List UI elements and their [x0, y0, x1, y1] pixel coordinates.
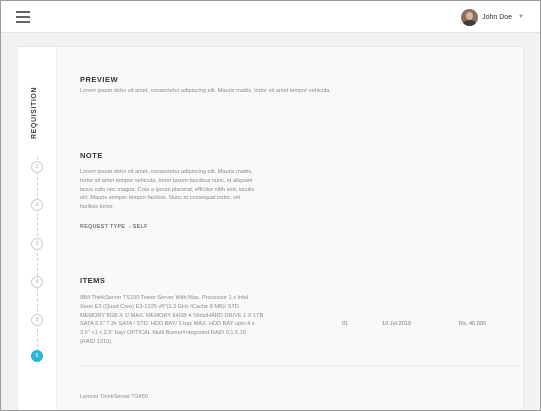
item-qty: 01 [342, 321, 349, 327]
step-4[interactable]: 4 [31, 276, 43, 288]
note-title: NOTE [80, 151, 103, 160]
chevron-down-icon[interactable]: ▼ [518, 14, 524, 20]
step-5[interactable]: 5 [31, 314, 43, 326]
note-text: Lorem ipsum dolor sit amet, consectetur … [80, 169, 255, 211]
rail-title: REQUISITION [31, 86, 38, 139]
step-2[interactable]: 2 [31, 199, 43, 211]
menu-icon[interactable] [16, 11, 30, 23]
preview-text: Lorem ipsum dolor sit amet, consectetur … [80, 88, 331, 94]
step-1[interactable]: 1 [31, 161, 43, 173]
item-price: Rs. 45,000 [459, 321, 487, 327]
step-rail: REQUISITION 1 2 3 4 5 6 [18, 47, 57, 410]
step-3[interactable]: 3 [31, 238, 43, 250]
avatar[interactable] [461, 8, 479, 26]
step-6[interactable]: 6 [31, 350, 43, 362]
user-menu[interactable]: John Doe ▼ [461, 8, 524, 26]
item-divider [80, 365, 520, 366]
items-title: ITEMS [80, 276, 106, 285]
request-type-label: REQUEST TYPE - SELF [80, 224, 148, 230]
requisition-card: REQUISITION 1 2 3 4 5 6 PREVIEW Lorem ip… [17, 46, 524, 410]
preview-title: PREVIEW [80, 75, 119, 84]
app-window: John Doe ▼ REQUISITION 1 2 3 4 5 6 PREVI… [0, 0, 541, 411]
user-name: John Doe [482, 13, 513, 21]
step-connector [37, 157, 38, 357]
item-description-2: Lenovo ThinkServer TS450 [80, 394, 148, 400]
top-bar: John Doe ▼ [1, 1, 540, 33]
item-description: IBM ThinkServer TS150 Tower Server With … [80, 295, 264, 345]
item-date: 10 Jul 2019 [382, 321, 411, 327]
